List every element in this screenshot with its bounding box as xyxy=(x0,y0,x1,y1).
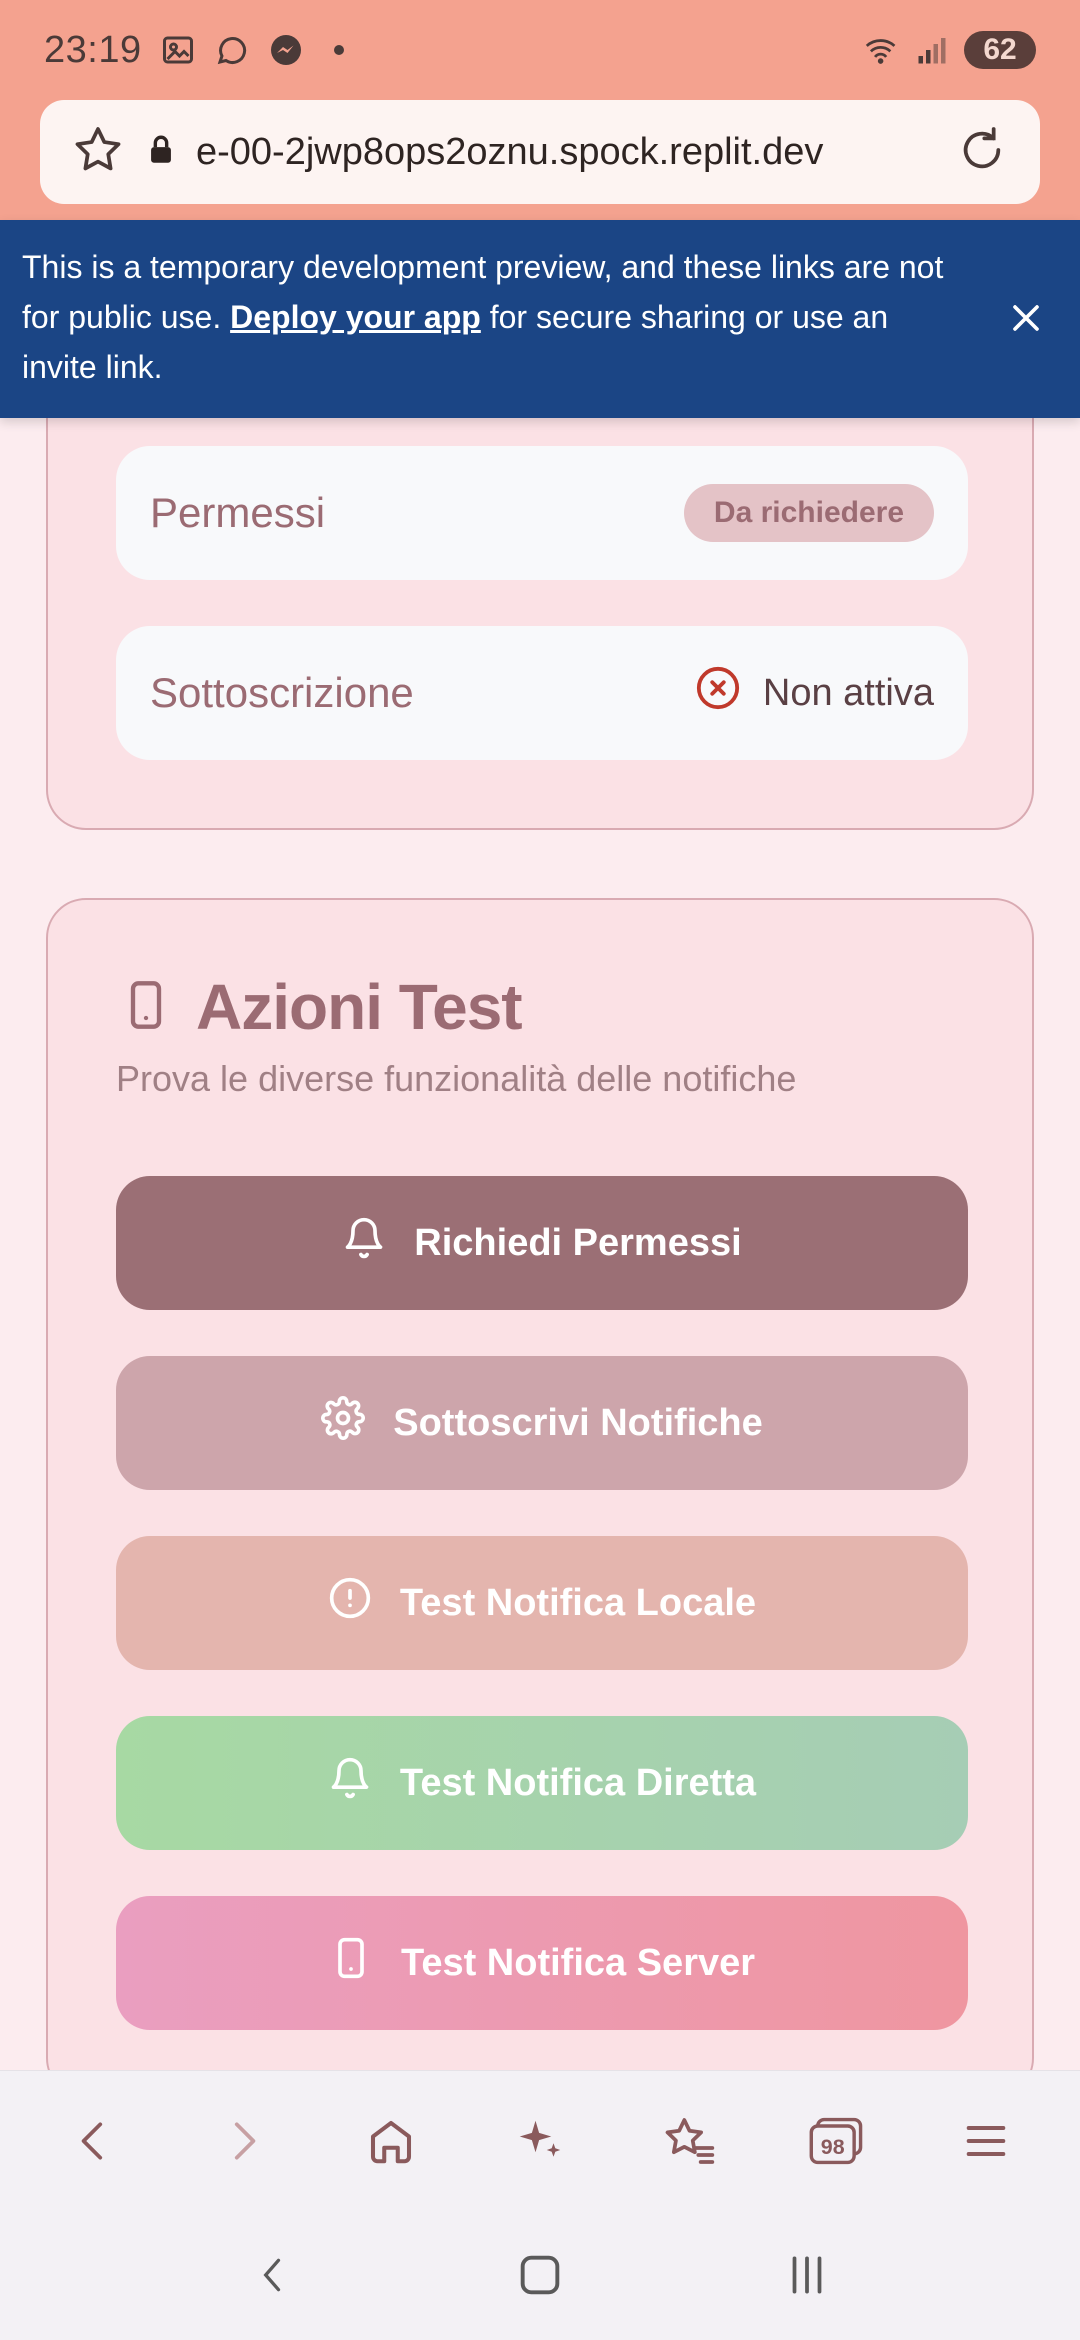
star-icon[interactable] xyxy=(70,122,126,183)
permissions-label: Permessi xyxy=(150,489,326,536)
status-right: 62 xyxy=(864,31,1036,69)
test-server-notification-label: Test Notifica Server xyxy=(400,1941,756,1984)
smartphone-icon xyxy=(329,1936,373,1990)
test-local-notification-label: Test Notifica Locale xyxy=(399,1581,757,1624)
status-badge: Da richiedere xyxy=(683,484,934,542)
deploy-app-link[interactable]: Deploy your app xyxy=(230,299,481,335)
test-local-notification-button[interactable]: Test Notifica Locale xyxy=(116,1536,968,1670)
permissions-row: Permessi Da richiedere xyxy=(116,446,968,580)
url-text[interactable]: e-00-2jwp8ops2oznu.spock.replit.dev xyxy=(196,131,936,174)
request-permissions-button[interactable]: Richiedi Permessi xyxy=(116,1176,968,1310)
status-time: 23:19 xyxy=(44,28,142,71)
gallery-icon xyxy=(160,32,196,68)
subscription-row: Sottoscrizione Non attiva xyxy=(116,626,968,760)
back-arrow-icon[interactable] xyxy=(54,2101,134,2181)
smartphone-icon xyxy=(120,975,172,1040)
messenger-icon xyxy=(268,32,304,68)
url-bar[interactable]: e-00-2jwp8ops2oznu.spock.replit.dev xyxy=(40,100,1040,204)
tabs-count: 98 xyxy=(821,2134,845,2158)
system-back-icon[interactable] xyxy=(228,2230,318,2320)
status-bar: 23:19 62 xyxy=(0,0,1080,100)
signal-icon xyxy=(914,32,950,68)
whatsapp-icon xyxy=(214,32,250,68)
subscribe-notifications-button[interactable]: Sottoscrivi Notifiche xyxy=(116,1356,968,1490)
lock-icon xyxy=(144,133,178,172)
home-icon[interactable] xyxy=(351,2101,431,2181)
menu-icon[interactable] xyxy=(946,2101,1026,2181)
reload-icon[interactable] xyxy=(954,122,1010,183)
alert-circle-icon xyxy=(328,1576,372,1630)
bell-icon xyxy=(328,1756,372,1810)
battery-indicator: 62 xyxy=(964,31,1036,69)
request-permissions-label: Richiedi Permessi xyxy=(414,1221,742,1264)
wifi-icon xyxy=(864,32,900,68)
subscription-status-text: Non attiva xyxy=(762,671,934,714)
notification-dot xyxy=(333,45,344,55)
system-home-icon[interactable] xyxy=(495,2230,585,2320)
tabs-icon[interactable]: 98 xyxy=(797,2101,877,2181)
browser-toolbar: 98 xyxy=(0,2070,1080,2210)
close-icon[interactable] xyxy=(1004,296,1048,345)
banner-text: This is a temporary development preview,… xyxy=(22,242,962,392)
test-card-header: Azioni Test xyxy=(120,970,523,1044)
system-nav-bar xyxy=(0,2210,1080,2340)
sparkle-icon[interactable] xyxy=(500,2101,580,2181)
test-server-notification-button[interactable]: Test Notifica Server xyxy=(116,1896,968,2030)
subscribe-notifications-label: Sottoscrivi Notifiche xyxy=(393,1401,763,1444)
status-card: Permessi Da richiedere Sottoscrizione No… xyxy=(46,380,1034,830)
system-recents-icon[interactable] xyxy=(762,2230,852,2320)
subscription-label: Sottoscrizione xyxy=(150,669,414,716)
forward-arrow-icon[interactable] xyxy=(203,2101,283,2181)
test-card-title: Azioni Test xyxy=(196,971,523,1043)
x-circle-icon xyxy=(695,665,741,721)
url-bar-wrapper: e-00-2jwp8ops2oznu.spock.replit.dev xyxy=(0,100,1080,220)
bell-icon xyxy=(342,1216,386,1270)
test-card-subtitle: Prova le diverse funzionalità delle noti… xyxy=(116,1058,797,1099)
dev-preview-banner: This is a temporary development preview,… xyxy=(0,220,1080,418)
test-actions-card: Azioni Test Prova le diverse funzionalit… xyxy=(46,898,1034,2098)
bookmarks-icon[interactable] xyxy=(649,2101,729,2181)
test-direct-notification-label: Test Notifica Diretta xyxy=(399,1761,757,1804)
test-direct-notification-button[interactable]: Test Notifica Diretta xyxy=(116,1716,968,1850)
gear-icon xyxy=(321,1396,366,1450)
status-left: 23:19 xyxy=(44,29,344,72)
subscription-status: Non attiva xyxy=(695,665,934,721)
